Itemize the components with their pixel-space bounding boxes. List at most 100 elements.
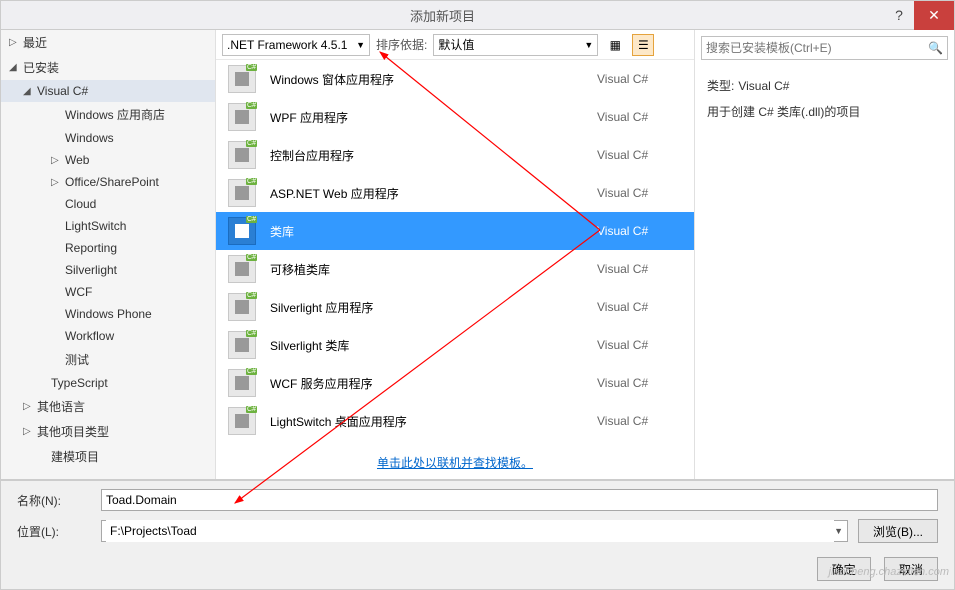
template-name: Windows 窗体应用程序 <box>270 71 583 88</box>
template-icon: C# <box>228 179 256 207</box>
csharp-badge-icon: C# <box>246 140 257 147</box>
csharp-badge-icon: C# <box>246 292 257 299</box>
template-pane: .NET Framework 4.5.1 ▼ 排序依据: 默认值 ▼ ▦ ☰ C… <box>216 30 694 479</box>
grid-small-icon: ▦ <box>610 38 621 52</box>
chevron-down-icon: ▼ <box>356 40 365 50</box>
csharp-badge-icon: C# <box>246 330 257 337</box>
tree-item[interactable]: Windows Phone <box>1 303 215 325</box>
template-name: 类库 <box>270 223 583 240</box>
tree-recent[interactable]: ▷最近 <box>1 30 215 55</box>
view-small-icons-button[interactable]: ▦ <box>604 34 626 56</box>
view-medium-icons-button[interactable]: ☰ <box>632 34 654 56</box>
template-language: Visual C# <box>597 148 682 162</box>
tree-other-project-types[interactable]: ▷其他项目类型 <box>1 419 215 444</box>
grid-medium-icon: ☰ <box>638 38 649 52</box>
tree-item[interactable]: WCF <box>1 281 215 303</box>
template-row[interactable]: C# Windows 窗体应用程序 Visual C# <box>216 60 694 98</box>
type-label: 类型: <box>707 79 734 93</box>
template-name: Silverlight 类库 <box>270 337 583 354</box>
window-title: 添加新项目 <box>1 6 884 25</box>
browse-button[interactable]: 浏览(B)... <box>858 519 938 543</box>
location-label: 位置(L): <box>17 523 101 540</box>
csharp-badge-icon: C# <box>246 216 257 223</box>
cancel-button[interactable]: 取消 <box>884 557 938 581</box>
template-row[interactable]: C# Silverlight 应用程序 Visual C# <box>216 288 694 326</box>
template-name: WCF 服务应用程序 <box>270 375 583 392</box>
template-name: 控制台应用程序 <box>270 147 583 164</box>
template-language: Visual C# <box>597 376 682 390</box>
tree-modeling[interactable]: 建模项目 <box>1 444 215 469</box>
template-icon: C# <box>228 407 256 435</box>
title-bar: 添加新项目 ? ✕ <box>0 0 955 30</box>
ok-button[interactable]: 确定 <box>817 557 871 581</box>
chevron-right-icon: ▷ <box>51 177 61 188</box>
template-row[interactable]: C# 控制台应用程序 Visual C# <box>216 136 694 174</box>
bottom-form: 名称(N): 位置(L): ▼ 浏览(B)... 确定 取消 <box>0 480 955 590</box>
description-pane: 🔍 类型:Visual C# 用于创建 C# 类库(.dll)的项目 <box>694 30 954 479</box>
tree-item[interactable]: ▷Web <box>1 149 215 171</box>
tree-item[interactable]: Workflow <box>1 325 215 347</box>
template-row[interactable]: C# 可移植类库 Visual C# <box>216 250 694 288</box>
close-icon: ✕ <box>928 7 940 24</box>
sort-dropdown[interactable]: 默认值 ▼ <box>433 34 598 56</box>
template-language: Visual C# <box>597 110 682 124</box>
chevron-right-icon: ▷ <box>23 401 33 412</box>
search-input[interactable] <box>706 41 928 55</box>
template-name: Silverlight 应用程序 <box>270 299 583 316</box>
csharp-badge-icon: C# <box>246 254 257 261</box>
search-online-link[interactable]: 单击此处以联机并查找模板。 <box>216 446 694 479</box>
help-icon: ? <box>895 7 903 23</box>
tree-typescript[interactable]: TypeScript <box>1 372 215 394</box>
template-row[interactable]: C# 类库 Visual C# <box>216 212 694 250</box>
chevron-down-icon: ▼ <box>834 526 843 536</box>
tree-item[interactable]: LightSwitch <box>1 215 215 237</box>
category-tree[interactable]: ▷最近 ◢已安装 ◢Visual C# Windows 应用商店Windows▷… <box>1 30 216 479</box>
close-button[interactable]: ✕ <box>914 1 954 30</box>
search-templates-box[interactable]: 🔍 <box>701 36 948 60</box>
template-language: Visual C# <box>597 224 682 238</box>
template-row[interactable]: C# WCF 服务应用程序 Visual C# <box>216 364 694 402</box>
template-name: ASP.NET Web 应用程序 <box>270 185 583 202</box>
tree-other-languages[interactable]: ▷其他语言 <box>1 394 215 419</box>
template-name: LightSwitch 桌面应用程序 <box>270 413 583 430</box>
project-name-input[interactable] <box>101 489 938 511</box>
template-language: Visual C# <box>597 262 682 276</box>
chevron-down-icon: ◢ <box>9 62 19 73</box>
template-row[interactable]: C# LightSwitch 桌面应用程序 Visual C# <box>216 402 694 440</box>
chevron-right-icon: ▷ <box>9 37 19 48</box>
location-input[interactable] <box>106 520 834 542</box>
template-toolbar: .NET Framework 4.5.1 ▼ 排序依据: 默认值 ▼ ▦ ☰ <box>216 30 694 60</box>
template-icon: C# <box>228 255 256 283</box>
tree-item[interactable]: 测试 <box>1 347 215 372</box>
template-icon: C# <box>228 141 256 169</box>
template-row[interactable]: C# ASP.NET Web 应用程序 Visual C# <box>216 174 694 212</box>
tree-item[interactable]: Windows 应用商店 <box>1 102 215 127</box>
tree-item[interactable]: ▷Office/SharePoint <box>1 171 215 193</box>
template-name: 可移植类库 <box>270 261 583 278</box>
template-row[interactable]: C# WPF 应用程序 Visual C# <box>216 98 694 136</box>
template-icon: C# <box>228 103 256 131</box>
location-combobox[interactable]: ▼ <box>101 520 848 542</box>
template-icon: C# <box>228 65 256 93</box>
tree-item[interactable]: Cloud <box>1 193 215 215</box>
tree-item[interactable]: Silverlight <box>1 259 215 281</box>
template-language: Visual C# <box>597 72 682 86</box>
template-icon: C# <box>228 369 256 397</box>
name-label: 名称(N): <box>17 492 101 509</box>
tree-item[interactable]: Reporting <box>1 237 215 259</box>
tree-installed[interactable]: ◢已安装 <box>1 55 215 80</box>
template-language: Visual C# <box>597 414 682 428</box>
framework-dropdown[interactable]: .NET Framework 4.5.1 ▼ <box>222 34 370 56</box>
tree-item[interactable]: Windows <box>1 127 215 149</box>
template-language: Visual C# <box>597 300 682 314</box>
template-name: WPF 应用程序 <box>270 109 583 126</box>
template-icon: C# <box>228 331 256 359</box>
template-language: Visual C# <box>597 338 682 352</box>
template-description: 类型:Visual C# 用于创建 C# 类库(.dll)的项目 <box>695 66 954 133</box>
template-row[interactable]: C# Silverlight 类库 Visual C# <box>216 326 694 364</box>
tree-visual-csharp[interactable]: ◢Visual C# <box>1 80 215 102</box>
template-list[interactable]: C# Windows 窗体应用程序 Visual C# C# WPF 应用程序 … <box>216 60 694 446</box>
sort-label: 排序依据: <box>376 36 427 53</box>
help-button[interactable]: ? <box>884 1 914 30</box>
tree-online[interactable]: ▷联机 <box>1 477 215 479</box>
